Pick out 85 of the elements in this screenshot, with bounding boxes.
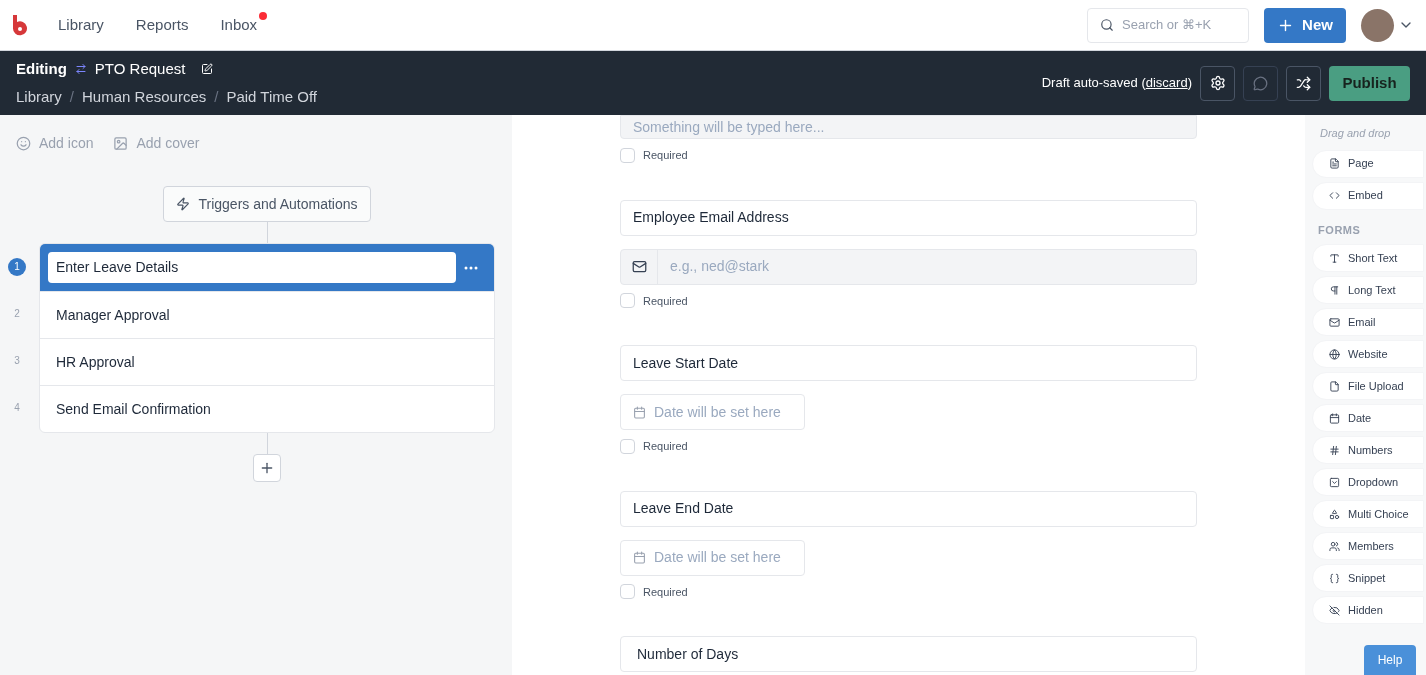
dropdown-icon: [1329, 476, 1340, 488]
step-number: 3: [13, 354, 21, 368]
required-label: Required: [643, 293, 688, 309]
speech-bubble-icon: [1253, 75, 1268, 91]
draft-status: Draft auto-saved (discard): [1041, 74, 1192, 93]
search-icon: [1100, 18, 1114, 32]
palette-item[interactable]: Embed: [1312, 181, 1424, 210]
step-label: Send Email Confirmation: [56, 399, 211, 419]
breadcrumb-link[interactable]: Library: [16, 85, 62, 108]
required-checkbox[interactable]: [620, 584, 635, 600]
snippet-icon: [1329, 572, 1340, 584]
comment-button[interactable]: [1243, 65, 1278, 101]
plus-icon: [259, 460, 275, 476]
smiley-icon: [16, 136, 31, 151]
required-label: Required: [643, 439, 688, 454]
mode-label: Editing: [16, 59, 67, 79]
field-label-input[interactable]: Number of Days: [620, 636, 1197, 672]
section-heading: FORMS: [1317, 222, 1362, 238]
shuffle-button[interactable]: [1286, 65, 1321, 101]
step-row[interactable]: Send Email Confirmation: [40, 385, 494, 432]
embed-icon: [1329, 190, 1340, 201]
field-label-input[interactable]: Leave Start Date: [620, 345, 1197, 381]
members-icon: [1329, 540, 1340, 552]
breadcrumb-separator: /: [69, 86, 75, 107]
hidden-icon: [1329, 604, 1340, 616]
date-icon: [1329, 412, 1340, 424]
required-label: Required: [643, 584, 688, 600]
shuffle-icon: [1296, 75, 1311, 91]
palette-item[interactable]: Website: [1312, 340, 1424, 368]
nav-link[interactable]: Inbox: [220, 13, 268, 37]
palette-item[interactable]: Email: [1312, 308, 1424, 336]
step-number: 2: [13, 307, 21, 321]
step-row[interactable]: HR Approval: [40, 338, 494, 385]
step-row[interactable]: Manager Approval: [40, 291, 494, 338]
nav-link[interactable]: Reports: [135, 13, 199, 37]
palette-item[interactable]: Numbers: [1312, 436, 1424, 464]
edit-icon[interactable]: [201, 63, 214, 76]
publish-button[interactable]: Publish: [1329, 65, 1410, 101]
settings-button[interactable]: [1200, 65, 1235, 101]
field-label-input[interactable]: Employee Email Address: [620, 199, 1197, 236]
website-icon: [1329, 348, 1340, 360]
palette-item[interactable]: Hidden: [1312, 596, 1424, 624]
palette-item[interactable]: Members: [1312, 532, 1424, 560]
palette-item[interactable]: Date: [1312, 404, 1424, 432]
palette-item[interactable]: File Upload: [1312, 372, 1424, 400]
field-label-input[interactable]: Leave End Date: [620, 490, 1197, 527]
image-icon: [113, 136, 129, 151]
settings-icon: [1209, 75, 1226, 91]
palette-item[interactable]: Dropdown: [1312, 468, 1424, 496]
palette-item[interactable]: Snippet: [1312, 564, 1424, 592]
calendar-icon: [633, 551, 646, 564]
add-step-button[interactable]: [253, 454, 281, 482]
logo-icon[interactable]: [12, 14, 28, 36]
workflow-icon: [74, 63, 87, 76]
step-row[interactable]: Enter Leave Details: [40, 244, 494, 291]
mail-icon: [631, 259, 647, 274]
lightning-icon: [176, 197, 191, 211]
breadcrumb-separator: /: [214, 86, 219, 107]
step-label: Manager Approval: [56, 305, 170, 325]
workflow-title: PTO Request: [94, 59, 186, 79]
email-icon: [1329, 316, 1340, 328]
required-checkbox[interactable]: [620, 293, 635, 309]
page-icon: [1329, 158, 1340, 169]
nav-link[interactable]: Library: [58, 13, 114, 37]
drag-hint: Drag and drop: [1319, 126, 1392, 141]
calendar-icon: [633, 405, 646, 419]
required-checkbox[interactable]: [620, 438, 635, 454]
avatar[interactable]: [1361, 8, 1394, 42]
palette-item[interactable]: Long Text: [1312, 276, 1424, 304]
required-label: Required: [643, 148, 688, 163]
step-number: 1: [8, 243, 26, 290]
new-button[interactable]: New: [1264, 7, 1346, 43]
palette-item[interactable]: Multi Choice: [1312, 500, 1424, 528]
triggers-button[interactable]: Triggers and Automations: [163, 186, 371, 222]
numbers-icon: [1329, 444, 1340, 456]
breadcrumb-link[interactable]: Human Resources: [82, 85, 207, 108]
required-checkbox[interactable]: [620, 147, 635, 163]
breadcrumb-link[interactable]: Paid Time Off: [226, 85, 317, 108]
step-number: 4: [13, 401, 21, 415]
file-icon: [1329, 380, 1340, 392]
more-icon[interactable]: [464, 265, 478, 270]
palette-item[interactable]: Short Text: [1312, 244, 1424, 272]
palette-item[interactable]: Page: [1312, 149, 1424, 178]
step-label: HR Approval: [56, 352, 135, 372]
step-label: Enter Leave Details: [48, 252, 456, 283]
